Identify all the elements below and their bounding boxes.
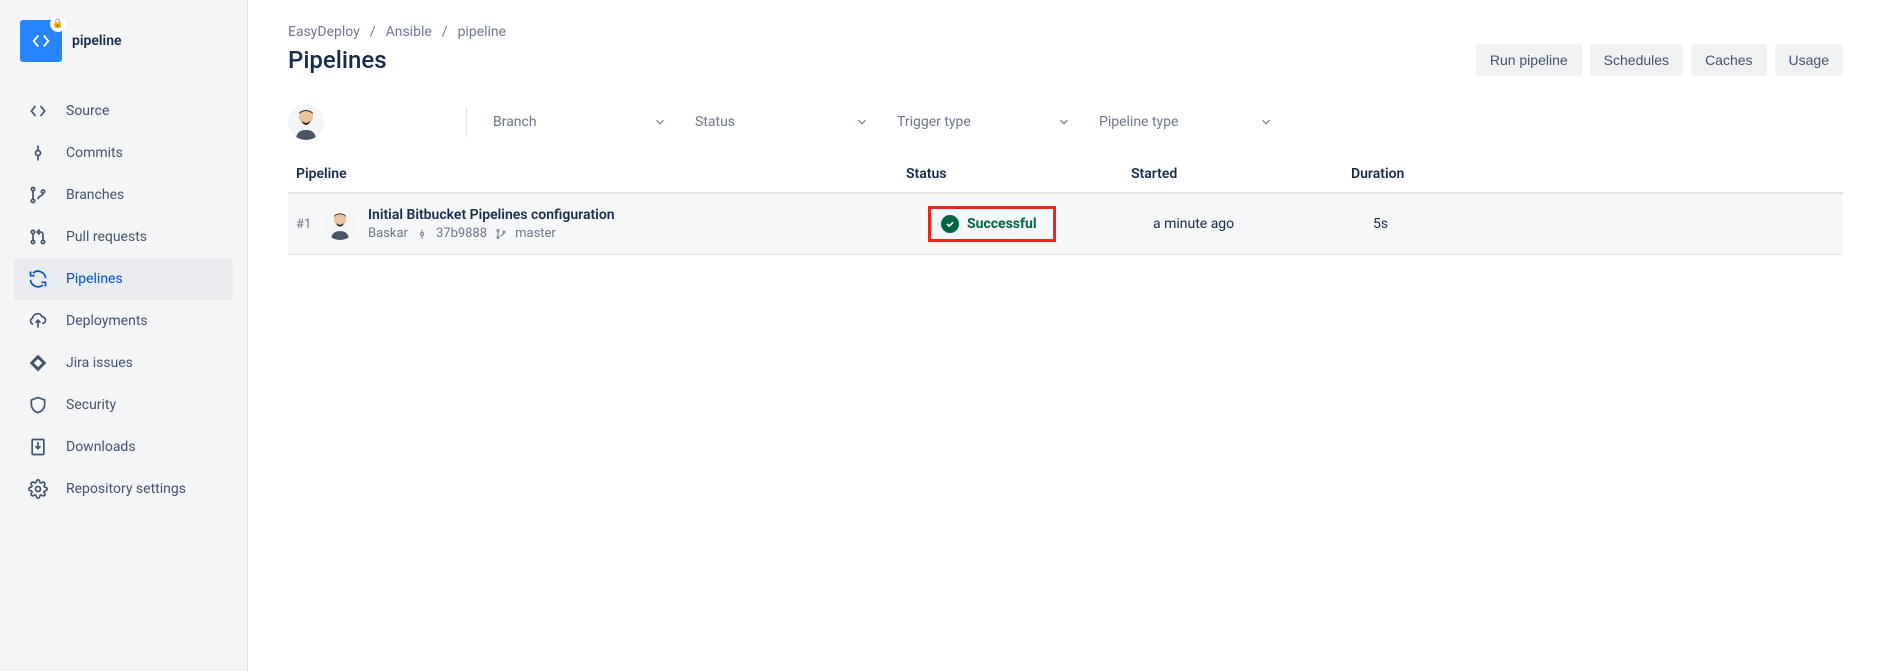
- filter-divider: [466, 107, 467, 137]
- pull-request-icon: [26, 225, 50, 249]
- sidebar-item-label: Source: [66, 103, 109, 119]
- filter-trigger-label: Trigger type: [897, 114, 971, 130]
- breadcrumb-separator: /: [370, 24, 376, 40]
- repo-logo: 🔒: [20, 20, 62, 62]
- pipeline-author: Baskar: [368, 226, 408, 241]
- user-avatar-icon: [288, 104, 324, 140]
- status-text: Successful: [967, 216, 1037, 232]
- sidebar-item-label: Downloads: [66, 439, 136, 455]
- pipeline-title: Initial Bitbucket Pipelines configuratio…: [368, 207, 928, 223]
- filter-branch-label: Branch: [493, 114, 537, 130]
- deployments-icon: [26, 309, 50, 333]
- sidebar-item-label: Pull requests: [66, 229, 147, 245]
- gear-icon: [26, 477, 50, 501]
- chevron-down-icon: [653, 115, 667, 129]
- breadcrumb-repo[interactable]: pipeline: [458, 24, 507, 40]
- sidebar-item-repository-settings[interactable]: Repository settings: [14, 468, 233, 510]
- usage-button[interactable]: Usage: [1775, 44, 1843, 76]
- filter-pipeline-type[interactable]: Pipeline type: [1091, 104, 1281, 140]
- run-pipeline-button[interactable]: Run pipeline: [1476, 44, 1582, 76]
- page-title: Pipelines: [288, 46, 387, 74]
- sidebar-item-label: Deployments: [66, 313, 148, 329]
- pipeline-meta: Baskar 37b9888 master: [368, 226, 928, 241]
- table-header: Pipeline Status Started Duration: [288, 166, 1843, 194]
- status-cell: Successful: [928, 206, 1153, 242]
- check-circle-icon: [941, 215, 959, 233]
- sidebar-item-label: Branches: [66, 187, 124, 203]
- filter-status[interactable]: Status: [687, 104, 877, 140]
- sidebar-item-security[interactable]: Security: [14, 384, 233, 426]
- breadcrumb-workspace[interactable]: EasyDeploy: [288, 24, 360, 40]
- sidebar-item-branches[interactable]: Branches: [14, 174, 233, 216]
- pipeline-number: #1: [296, 217, 324, 232]
- action-buttons: Run pipeline Schedules Caches Usage: [1476, 44, 1843, 76]
- sidebar-item-pull-requests[interactable]: Pull requests: [14, 216, 233, 258]
- pipelines-icon: [26, 267, 50, 291]
- user-avatar-icon: [324, 208, 356, 240]
- breadcrumb: EasyDeploy / Ansible / pipeline: [288, 24, 1843, 40]
- source-icon: [26, 99, 50, 123]
- pipeline-info: Initial Bitbucket Pipelines configuratio…: [368, 207, 928, 241]
- th-pipeline: Pipeline: [296, 166, 906, 182]
- branch-icon: [26, 183, 50, 207]
- duration-cell: 5s: [1373, 216, 1835, 232]
- sidebar-item-source[interactable]: Source: [14, 90, 233, 132]
- repo-name: pipeline: [72, 33, 122, 49]
- title-row: Pipelines Run pipeline Schedules Caches …: [288, 44, 1843, 76]
- commit-icon: [26, 141, 50, 165]
- th-started: Started: [1131, 166, 1351, 182]
- commit-icon: [416, 228, 428, 240]
- sidebar: 🔒 pipeline Source Commits Branches Pull …: [0, 0, 248, 671]
- sidebar-item-label: Security: [66, 397, 116, 413]
- filter-avatar[interactable]: [288, 104, 324, 140]
- avatar: [324, 208, 356, 240]
- chevron-down-icon: [855, 115, 869, 129]
- jira-icon: [26, 351, 50, 375]
- sidebar-item-label: Jira issues: [66, 355, 133, 371]
- sidebar-item-deployments[interactable]: Deployments: [14, 300, 233, 342]
- breadcrumb-separator: /: [442, 24, 448, 40]
- sidebar-item-label: Repository settings: [66, 481, 186, 497]
- pipeline-commit: 37b9888: [436, 226, 487, 241]
- schedules-button[interactable]: Schedules: [1590, 44, 1683, 76]
- main-content: EasyDeploy / Ansible / pipeline Pipeline…: [248, 0, 1883, 671]
- status-badge: Successful: [928, 206, 1056, 242]
- filter-branch[interactable]: Branch: [485, 104, 675, 140]
- sidebar-item-pipelines[interactable]: Pipelines: [14, 258, 233, 300]
- sidebar-item-label: Pipelines: [66, 271, 123, 287]
- lock-icon: 🔒: [50, 16, 66, 32]
- started-cell: a minute ago: [1153, 216, 1373, 232]
- pipeline-branch: master: [515, 226, 556, 241]
- th-duration: Duration: [1351, 166, 1835, 182]
- sidebar-item-commits[interactable]: Commits: [14, 132, 233, 174]
- branch-icon: [495, 228, 507, 240]
- filters-row: Branch Status Trigger type Pipeline type: [288, 104, 1843, 140]
- filter-trigger-type[interactable]: Trigger type: [889, 104, 1079, 140]
- chevron-down-icon: [1057, 115, 1071, 129]
- caches-button[interactable]: Caches: [1691, 44, 1766, 76]
- downloads-icon: [26, 435, 50, 459]
- sidebar-header: 🔒 pipeline: [0, 20, 247, 90]
- filter-ptype-label: Pipeline type: [1099, 114, 1178, 130]
- breadcrumb-project[interactable]: Ansible: [386, 24, 432, 40]
- table-row[interactable]: #1 Initial Bitbucket Pipelines configura…: [288, 194, 1843, 255]
- shield-icon: [26, 393, 50, 417]
- th-status: Status: [906, 166, 1131, 182]
- chevron-down-icon: [1259, 115, 1273, 129]
- sidebar-item-jira-issues[interactable]: Jira issues: [14, 342, 233, 384]
- filter-status-label: Status: [695, 114, 735, 130]
- sidebar-item-downloads[interactable]: Downloads: [14, 426, 233, 468]
- sidebar-item-label: Commits: [66, 145, 123, 161]
